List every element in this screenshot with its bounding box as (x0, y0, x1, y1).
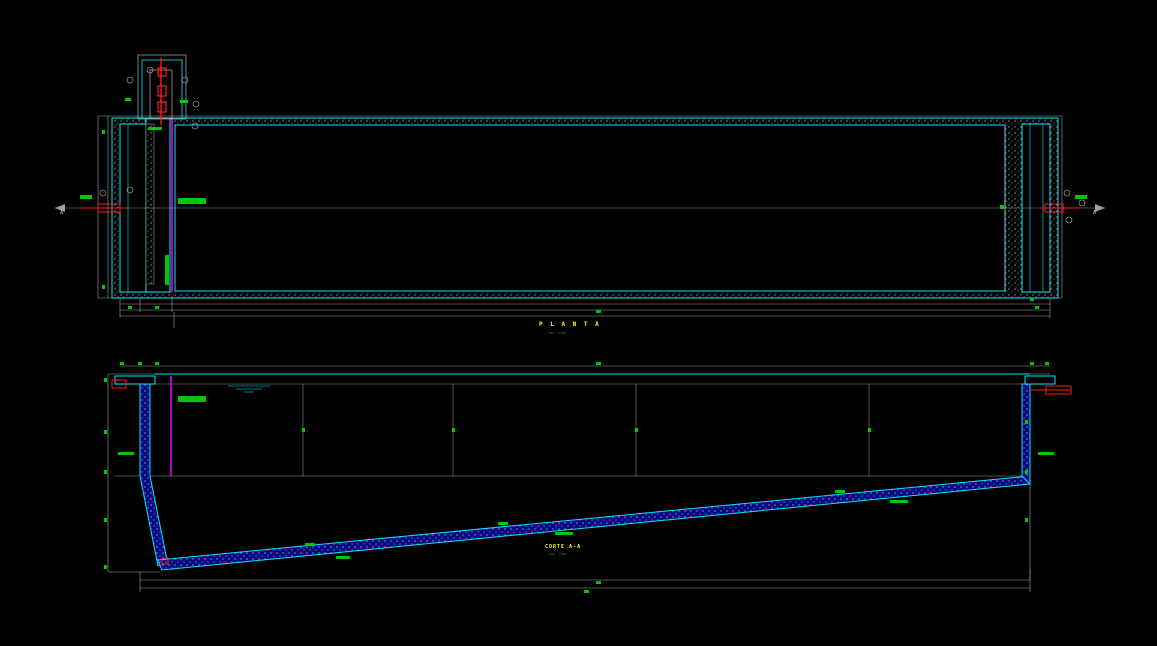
section-mark-left: A (60, 210, 63, 216)
section-view: CORTE A-A Esc. 1/50 (104, 362, 1072, 593)
section-pipe-fittings (111, 379, 1072, 395)
section-tank-body (139, 376, 1031, 571)
plan-title: P L A N T A (539, 321, 601, 328)
plan-view: A A P L A N T A Esc. 1/50 (55, 54, 1105, 335)
plan-scale-note: Esc. 1/50 (549, 331, 565, 335)
section-top-edge (114, 373, 1056, 385)
section-scale-note: Esc. 1/50 (550, 552, 566, 556)
section-title: CORTE A-A (545, 544, 581, 550)
cad-drawing-canvas: A A P L A N T A Esc. 1/50 CORTE A-A Esc.… (55, 54, 1105, 593)
section-mark-right: A (1093, 210, 1096, 216)
water-level-icon (228, 385, 270, 393)
plan-inlet-channel (145, 117, 173, 293)
section-grid-lines (302, 384, 870, 476)
